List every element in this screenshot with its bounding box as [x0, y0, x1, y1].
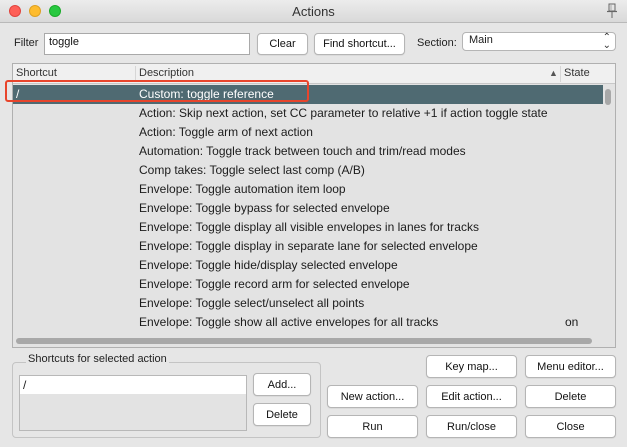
new-action-button[interactable]: New action...	[327, 385, 418, 408]
run-close-button[interactable]: Run/close	[426, 415, 517, 438]
description-cell: Action: Skip next action, set CC paramet…	[139, 106, 548, 120]
shortcut-list[interactable]: /	[19, 375, 247, 431]
table-row[interactable]: Envelope: Toggle hide/display selected e…	[13, 256, 603, 275]
table-body: / Custom: toggle reference Action: Skip …	[13, 85, 603, 335]
table-row[interactable]: Envelope: Toggle select/unselect all poi…	[13, 294, 603, 313]
list-item[interactable]: /	[20, 376, 246, 394]
menu-editor-button[interactable]: Menu editor...	[525, 355, 616, 378]
actions-window: Actions Filter toggle Clear Find shortcu…	[0, 0, 627, 447]
filter-label: Filter	[14, 37, 39, 49]
chevron-updown-icon: ⌃ ⌄	[602, 32, 611, 51]
section-label: Section:	[417, 37, 457, 49]
table-row[interactable]: Envelope: Toggle display all visible env…	[13, 218, 603, 237]
clear-button[interactable]: Clear	[257, 33, 308, 55]
add-shortcut-button[interactable]: Add...	[253, 373, 311, 396]
description-cell: Action: Toggle arm of next action	[139, 125, 313, 139]
find-shortcut-button[interactable]: Find shortcut...	[314, 33, 405, 55]
vertical-scroll-thumb[interactable]	[605, 89, 611, 105]
description-cell: Envelope: Toggle hide/display selected e…	[139, 258, 398, 272]
description-cell: Envelope: Toggle select/unselect all poi…	[139, 296, 365, 310]
table-row[interactable]: Envelope: Toggle automation item loop	[13, 180, 603, 199]
table-row[interactable]: Envelope: Toggle bypass for selected env…	[13, 199, 603, 218]
window-title: Actions	[292, 4, 335, 19]
run-button[interactable]: Run	[327, 415, 418, 438]
delete-shortcut-button[interactable]: Delete	[253, 403, 311, 426]
state-cell: on	[565, 315, 579, 329]
description-cell: Comp takes: Toggle select last comp (A/B…	[139, 163, 365, 177]
actions-table: Shortcut Description ▲ State / Custom: t…	[12, 63, 616, 348]
vertical-scrollbar[interactable]	[602, 85, 614, 335]
pin-icon[interactable]	[605, 3, 619, 19]
table-row[interactable]: Comp takes: Toggle select last comp (A/B…	[13, 161, 603, 180]
section-dropdown[interactable]: Main ⌃ ⌄	[462, 32, 616, 51]
column-divider[interactable]	[560, 66, 561, 82]
filter-input[interactable]: toggle	[44, 33, 250, 55]
column-header-shortcut[interactable]: Shortcut	[16, 67, 57, 79]
table-row[interactable]: Automation: Toggle track between touch a…	[13, 142, 603, 161]
description-cell: Envelope: Toggle automation item loop	[139, 182, 346, 196]
table-row[interactable]: Envelope: Toggle show all active envelop…	[13, 313, 603, 332]
table-row[interactable]: Action: Skip next action, set CC paramet…	[13, 104, 603, 123]
table-row[interactable]: Envelope: Toggle display in separate lan…	[13, 237, 603, 256]
description-cell: Automation: Toggle track between touch a…	[139, 144, 466, 158]
shortcuts-group-title: Shortcuts for selected action	[26, 353, 169, 365]
description-cell: Envelope: Toggle record arm for selected…	[139, 277, 410, 291]
description-cell: Envelope: Toggle bypass for selected env…	[139, 201, 390, 215]
delete-action-button[interactable]: Delete	[525, 385, 616, 408]
close-button[interactable]: Close	[525, 415, 616, 438]
table-row[interactable]: Envelope: Toggle record arm for selected…	[13, 275, 603, 294]
edit-action-button[interactable]: Edit action...	[426, 385, 517, 408]
horizontal-scrollbar[interactable]	[13, 335, 615, 347]
description-cell: Envelope: Toggle display all visible env…	[139, 220, 479, 234]
title-bar: Actions	[0, 0, 627, 23]
column-header-state[interactable]: State	[564, 67, 590, 79]
column-header-description[interactable]: Description	[139, 67, 194, 79]
key-map-button[interactable]: Key map...	[426, 355, 517, 378]
description-cell: Envelope: Toggle show all active envelop…	[139, 315, 439, 329]
table-row[interactable]: Action: Toggle arm of next action	[13, 123, 603, 142]
selection-highlight-annotation	[5, 80, 309, 102]
section-value: Main	[469, 34, 493, 46]
description-cell: Envelope: Toggle display in separate lan…	[139, 239, 478, 253]
horizontal-scroll-thumb[interactable]	[16, 338, 592, 344]
sort-ascending-icon: ▲	[549, 68, 558, 78]
